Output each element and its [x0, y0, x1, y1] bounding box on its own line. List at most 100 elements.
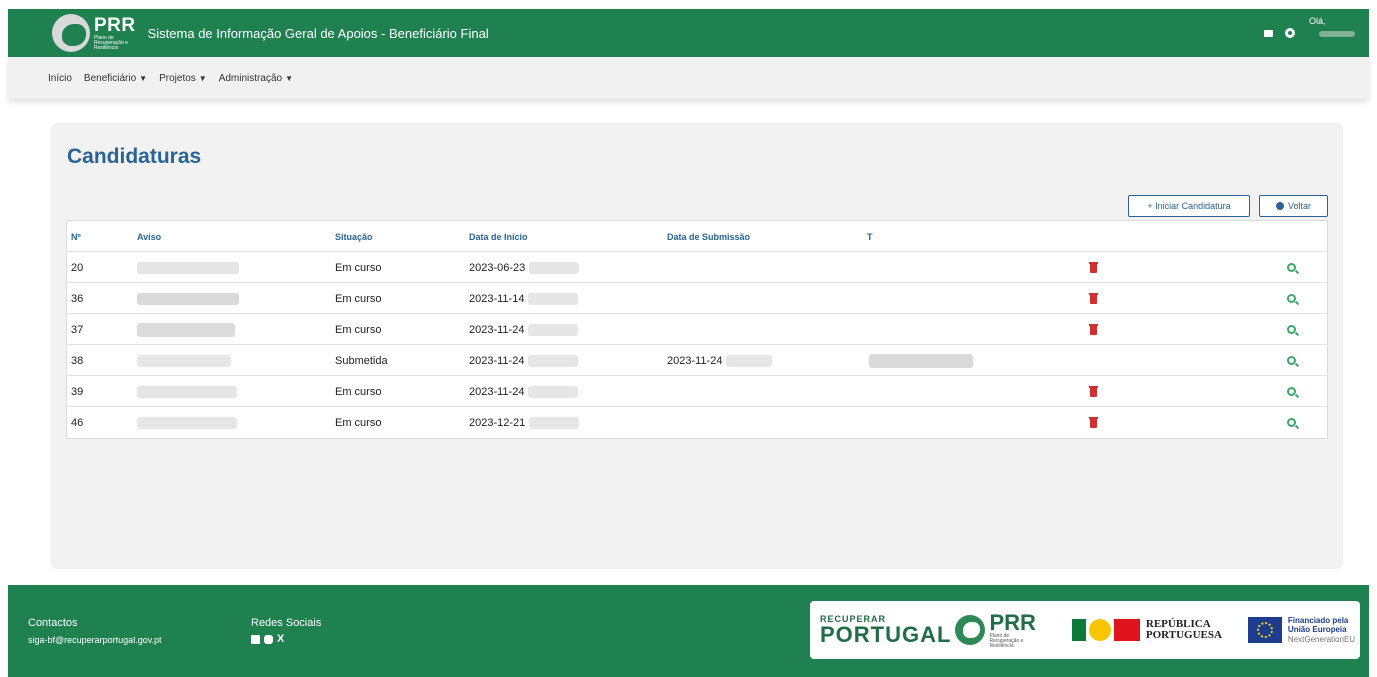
candidaturas-table: Nº Aviso Situação Data de Início Data de… [66, 220, 1328, 439]
candidaturas-card: Candidaturas + Iniciar Candidatura Volta… [51, 123, 1343, 569]
table-header: Nº Aviso Situação Data de Início Data de… [67, 221, 1327, 252]
row-num: 38 [71, 354, 84, 367]
prr-logo-mark [52, 14, 90, 52]
row-situacao: Em curso [335, 416, 382, 429]
row-data-inicio: 2023-11-14 [469, 292, 525, 305]
footer-contacts: Contactos siga-bf@recuperarportugal.gov.… [28, 617, 162, 645]
t-value-redacted [869, 353, 973, 368]
zoom-icon[interactable] [1287, 387, 1296, 396]
x-icon[interactable]: X [277, 634, 284, 645]
nav-beneficiario[interactable]: Beneficiário ▼ [84, 73, 147, 84]
logo-subtext: Plano de Recuperação e Resiliência [94, 34, 128, 51]
aviso-redacted [137, 292, 239, 305]
caret-down-icon: ▼ [285, 73, 293, 83]
portugal-text: PORTUGAL [820, 621, 952, 647]
nav-projetos[interactable]: Projetos ▼ [159, 73, 207, 84]
row-data-submissao: 2023-11-24 [667, 354, 723, 367]
time-redacted [528, 292, 579, 305]
eu-flag-icon [1247, 617, 1282, 643]
zoom-icon[interactable] [1287, 418, 1296, 427]
eu-funding-text: Financiado pela União Europeia NextGener… [1287, 616, 1356, 644]
row-data-inicio: 2023-11-24 [469, 354, 525, 367]
linkedin-icon[interactable] [251, 635, 260, 644]
portuguesa-text: PORTUGUESA [1145, 629, 1222, 641]
back-button[interactable]: Voltar [1259, 195, 1328, 217]
col-header-situacao[interactable]: Situação [335, 221, 373, 252]
prr-circle-logo [955, 615, 986, 645]
table-row: 36 Em curso 2023-11-14 [67, 283, 1327, 314]
caret-down-icon: ▼ [198, 73, 207, 83]
aviso-redacted [137, 322, 235, 337]
user-greeting[interactable]: Olá, [1309, 17, 1355, 37]
caret-down-icon: ▼ [139, 73, 148, 83]
row-situacao: Em curso [335, 261, 382, 274]
page-title: Candidaturas [67, 145, 202, 168]
footer-social: Redes Sociais X [251, 617, 322, 645]
row-data-inicio: 2023-12-21 [469, 416, 526, 429]
trash-icon[interactable] [1089, 324, 1098, 335]
col-header-aviso[interactable]: Aviso [137, 221, 161, 252]
main-nav: Início Beneficiário ▼ Projetos ▼ Administr… [8, 57, 1369, 99]
row-data-inicio: 2023-11-24 [469, 385, 525, 398]
row-num: 39 [71, 385, 84, 398]
zoom-icon[interactable] [1287, 325, 1296, 334]
time-redacted [528, 354, 579, 367]
col-header-data-submissao[interactable]: Data de Submissão [667, 221, 750, 252]
col-header-data-inicio[interactable]: Data de Início [469, 221, 528, 252]
user-name-redacted [1319, 31, 1355, 37]
trash-icon[interactable] [1089, 417, 1098, 428]
nav-administracao[interactable]: Administração ▼ [219, 73, 293, 84]
user-icon[interactable] [1285, 28, 1295, 38]
aviso-redacted [137, 385, 237, 398]
row-situacao: Submetida [335, 354, 388, 367]
row-situacao: Em curso [335, 385, 382, 398]
youtube-icon[interactable] [264, 635, 273, 644]
table-row: 38 Submetida 2023-11-24 2023-11-24 [67, 345, 1327, 376]
start-application-button[interactable]: + Iniciar Candidatura [1128, 195, 1250, 217]
logo-text: PRR [94, 14, 136, 36]
prr-logo-footer: PRR Plano de Recuperação e Resiliência [989, 609, 1036, 649]
time-redacted [529, 416, 580, 429]
col-header-t[interactable]: T [867, 221, 873, 252]
footer: Contactos siga-bf@recuperarportugal.gov.… [8, 585, 1369, 677]
table-row: 37 Em curso 2023-11-24 [67, 314, 1327, 345]
trash-icon[interactable] [1089, 386, 1098, 397]
republica-portuguesa-logo: REPÚBLICA PORTUGUESA [1071, 619, 1222, 641]
time-redacted [726, 354, 773, 367]
recuperar-portugal-logo: RECUPERAR PORTUGAL [820, 614, 952, 647]
top-header: PRR Plano de Recuperação e Resiliência S… [8, 9, 1369, 57]
col-header-num[interactable]: Nº [71, 221, 81, 252]
funding-logos: RECUPERAR PORTUGAL PRR Plano de Recupera… [810, 601, 1360, 659]
nav-inicio[interactable]: Início [48, 73, 72, 84]
zoom-icon[interactable] [1287, 263, 1296, 272]
row-num: 36 [71, 292, 84, 305]
table-row: 20 Em curso 2023-06-23 [67, 252, 1327, 283]
row-num: 37 [71, 323, 84, 336]
row-num: 20 [71, 261, 84, 274]
contacts-title: Contactos [28, 617, 78, 629]
social-title: Redes Sociais [251, 617, 322, 629]
zoom-icon[interactable] [1287, 294, 1296, 303]
prr-subtext: Plano de Recuperação e Resiliência [989, 632, 1024, 649]
back-circle-icon [1275, 202, 1284, 210]
row-situacao: Em curso [335, 292, 382, 305]
time-redacted [529, 261, 580, 274]
table-row: 39 Em curso 2023-11-24 [67, 376, 1327, 407]
time-redacted [528, 323, 579, 336]
time-redacted [528, 385, 579, 398]
zoom-icon[interactable] [1287, 356, 1296, 365]
aviso-redacted [137, 354, 231, 367]
aviso-redacted [137, 261, 239, 274]
prr-text: PRR [989, 609, 1036, 635]
row-data-inicio: 2023-11-24 [469, 323, 525, 336]
prr-logo[interactable]: PRR Plano de Recuperação e Resiliência [52, 14, 136, 52]
row-situacao: Em curso [335, 323, 382, 336]
mail-icon[interactable] [1264, 29, 1273, 37]
aviso-redacted [137, 416, 237, 429]
back-button-label: Voltar [1287, 201, 1311, 211]
greeting-text: Olá, [1309, 16, 1326, 26]
trash-icon[interactable] [1089, 293, 1098, 304]
row-num: 46 [71, 416, 84, 429]
trash-icon[interactable] [1089, 262, 1098, 273]
contact-email-link[interactable]: siga-bf@recuperarportugal.gov.pt [28, 635, 162, 645]
